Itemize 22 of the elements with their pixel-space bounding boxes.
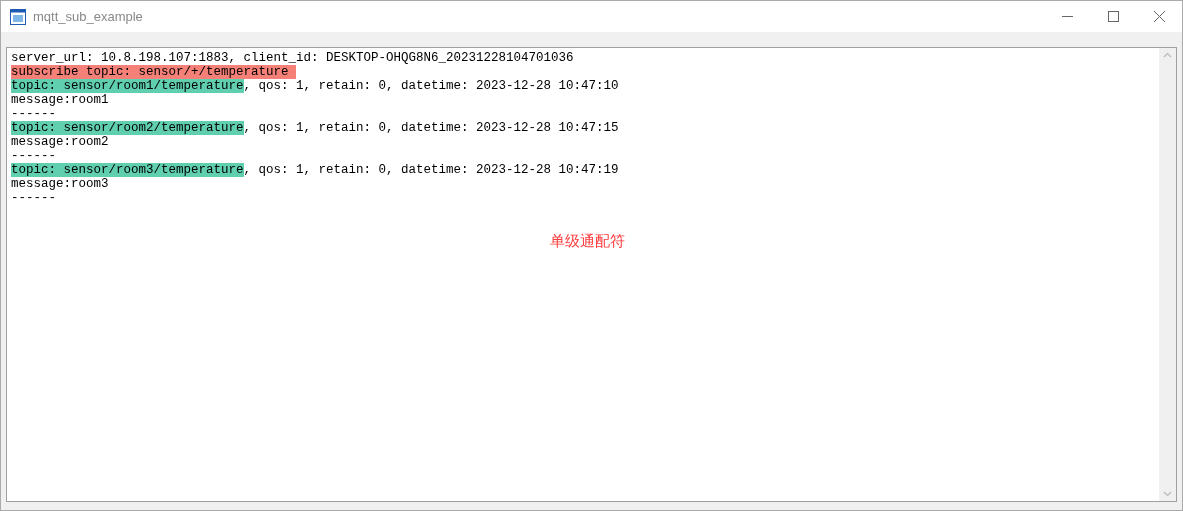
- annotation-text: 单级通配符: [550, 234, 625, 248]
- minimize-icon: [1061, 16, 1073, 17]
- scroll-down-icon[interactable]: [1163, 491, 1172, 497]
- maximize-icon: [1107, 11, 1119, 22]
- message-details: , qos: 1, retain: 0, datetime: 2023-12-28 10:47:10: [243, 79, 619, 93]
- log-line: message:room2: [11, 135, 110, 149]
- log-line: message:room3: [11, 177, 110, 191]
- topic-highlight: topic: sensor/room1/temperature: [11, 79, 244, 93]
- message-details: , qos: 1, retain: 0, datetime: 2023-12-28 10:47:19: [243, 163, 619, 177]
- scroll-up-icon[interactable]: [1163, 52, 1172, 58]
- log-line: ------: [11, 149, 57, 163]
- window-title: mqtt_sub_example: [33, 7, 143, 26]
- log-line: ------: [11, 191, 57, 205]
- log-line: ------: [11, 107, 57, 121]
- log-line: message:room1: [11, 93, 110, 107]
- log-line: server_url: 10.8.198.107:1883, client_id: DESKTOP-OHQG8N6_20231228104701036: [11, 51, 575, 65]
- app-icon: [10, 8, 26, 25]
- topic-highlight: topic: sensor/room2/temperature: [11, 121, 244, 135]
- scrollbar[interactable]: [1159, 48, 1176, 501]
- message-details: , qos: 1, retain: 0, datetime: 2023-12-28 10:47:15: [243, 121, 619, 135]
- topic-highlight: topic: sensor/room3/temperature: [11, 163, 244, 177]
- close-icon: [1153, 11, 1165, 22]
